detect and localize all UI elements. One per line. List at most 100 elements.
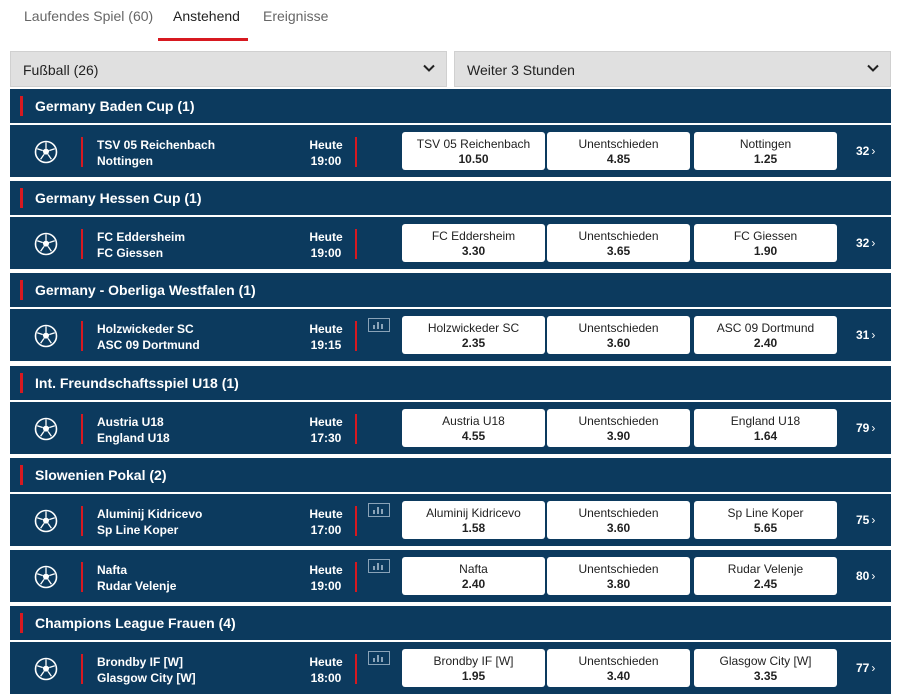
league-header[interactable]: Champions League Frauen (4) [10,606,891,640]
odd-away-button[interactable]: England U18 1.64 [694,409,837,447]
chevron-right-icon: › [871,513,876,527]
odd-away-button[interactable]: FC Giessen 1.90 [694,224,837,262]
sport-filter-dropdown[interactable]: Fußball (26) [10,51,447,87]
soccer-ball-icon [34,417,58,441]
stats-icon[interactable] [368,651,390,665]
odd-value: 1.25 [753,152,778,166]
match-day: Heute [309,563,343,577]
stats-icon[interactable] [368,318,390,332]
divider [81,562,83,592]
league-title: Germany Hessen Cup (1) [35,190,202,206]
tab-upcoming[interactable]: Anstehend [173,8,240,24]
away-team: ASC 09 Dortmund [97,338,200,352]
odd-draw-button[interactable]: Unentschieden 3.90 [547,409,690,447]
league-title: Germany Baden Cup (1) [35,98,195,114]
away-team: FC Giessen [97,246,164,260]
tab-events[interactable]: Ereignisse [263,8,328,24]
more-markets-link[interactable]: 32 › [856,144,875,158]
odd-draw-button[interactable]: Unentschieden 3.60 [547,316,690,354]
league-header[interactable]: Germany - Oberliga Westfalen (1) [10,273,891,307]
more-markets-link[interactable]: 32 › [856,236,875,250]
league-header[interactable]: Germany Hessen Cup (1) [10,181,891,215]
odd-home-button[interactable]: FC Eddersheim 3.30 [402,224,545,262]
odd-value: 2.40 [753,336,778,350]
more-markets-link[interactable]: 79 › [856,421,875,435]
odd-label: Unentschieden [578,562,659,576]
match-teams[interactable]: TSV 05 Reichenbach Nottingen [97,137,215,169]
odd-draw-button[interactable]: Unentschieden 3.65 [547,224,690,262]
odd-home-button[interactable]: Aluminij Kidricevo 1.58 [402,501,545,539]
match-row[interactable]: TSV 05 Reichenbach Nottingen Heute 19:00… [10,125,891,177]
match-row[interactable]: Holzwickeder SC ASC 09 Dortmund Heute 19… [10,309,891,361]
match-time: Heute 19:00 [306,137,346,169]
odd-label: Austria U18 [442,414,505,428]
match-row[interactable]: FC Eddersheim FC Giessen Heute 19:00 FC … [10,217,891,269]
divider [355,562,357,592]
match-row[interactable]: Nafta Rudar Velenje Heute 19:00 Nafta 2.… [10,550,891,602]
more-markets-count: 80 [856,569,870,583]
odd-home-button[interactable]: Holzwickeder SC 2.35 [402,316,545,354]
stats-icon[interactable] [368,503,390,517]
tab-bar: Laufendes Spiel (60) Anstehend Ereigniss… [0,0,900,42]
divider [81,229,83,259]
odd-value: 3.35 [753,669,778,683]
odd-value: 3.60 [606,521,631,535]
match-day: Heute [309,415,343,429]
home-team: FC Eddersheim [97,230,186,244]
league-title: Slowenien Pokal (2) [35,467,167,483]
odd-home-button[interactable]: TSV 05 Reichenbach 10.50 [402,132,545,170]
home-team: Austria U18 [97,415,164,429]
odd-draw-button[interactable]: Unentschieden 3.40 [547,649,690,687]
match-teams[interactable]: Nafta Rudar Velenje [97,562,176,594]
divider [81,414,83,444]
odd-home-button[interactable]: Austria U18 4.55 [402,409,545,447]
odd-away-button[interactable]: ASC 09 Dortmund 2.40 [694,316,837,354]
time-filter-dropdown[interactable]: Weiter 3 Stunden [454,51,891,87]
odd-draw-button[interactable]: Unentschieden 3.60 [547,501,690,539]
odd-value: 10.50 [458,152,489,166]
odd-home-button[interactable]: Nafta 2.40 [402,557,545,595]
odd-value: 3.40 [606,669,631,683]
odd-away-button[interactable]: Nottingen 1.25 [694,132,837,170]
league-header[interactable]: Int. Freundschaftsspiel U18 (1) [10,366,891,400]
match-clock: 19:00 [310,246,342,260]
match-row[interactable]: Austria U18 England U18 Heute 17:30 Aust… [10,402,891,454]
more-markets-link[interactable]: 77 › [856,661,875,675]
match-clock: 19:15 [310,338,342,352]
match-day: Heute [309,322,343,336]
odd-label: ASC 09 Dortmund [716,321,815,335]
chevron-right-icon: › [871,328,876,342]
match-teams[interactable]: FC Eddersheim FC Giessen [97,229,185,261]
odd-value: 4.85 [606,152,631,166]
home-team: Holzwickeder SC [97,322,194,336]
league-header[interactable]: Slowenien Pokal (2) [10,458,891,492]
more-markets-link[interactable]: 75 › [856,513,875,527]
odd-away-button[interactable]: Sp Line Koper 5.65 [694,501,837,539]
league-accent-bar [20,465,23,485]
match-row[interactable]: Aluminij Kidricevo Sp Line Koper Heute 1… [10,494,891,546]
time-filter-label: Weiter 3 Stunden [467,62,575,78]
odd-home-button[interactable]: Brondby IF [W] 1.95 [402,649,545,687]
odd-away-button[interactable]: Glasgow City [W] 3.35 [694,649,837,687]
match-teams[interactable]: Aluminij Kidricevo Sp Line Koper [97,506,202,538]
match-row[interactable]: Brondby IF [W] Glasgow City [W] Heute 18… [10,642,891,694]
odd-label: FC Giessen [733,229,798,243]
odd-label: Nafta [459,562,488,576]
more-markets-link[interactable]: 31 › [856,328,875,342]
odd-away-button[interactable]: Rudar Velenje 2.45 [694,557,837,595]
odd-draw-button[interactable]: Unentschieden 4.85 [547,132,690,170]
odd-value: 3.65 [606,244,631,258]
soccer-ball-icon [34,657,58,681]
active-tab-indicator [158,38,248,41]
more-markets-link[interactable]: 80 › [856,569,875,583]
match-teams[interactable]: Holzwickeder SC ASC 09 Dortmund [97,321,200,353]
match-teams[interactable]: Brondby IF [W] Glasgow City [W] [97,654,196,686]
stats-icon[interactable] [368,559,390,573]
tab-live[interactable]: Laufendes Spiel (60) [24,8,153,24]
league-header[interactable]: Germany Baden Cup (1) [10,89,891,123]
divider [81,506,83,536]
odd-draw-button[interactable]: Unentschieden 3.80 [547,557,690,595]
match-teams[interactable]: Austria U18 England U18 [97,414,170,446]
match-day: Heute [309,230,343,244]
sport-filter-label: Fußball (26) [23,62,99,78]
